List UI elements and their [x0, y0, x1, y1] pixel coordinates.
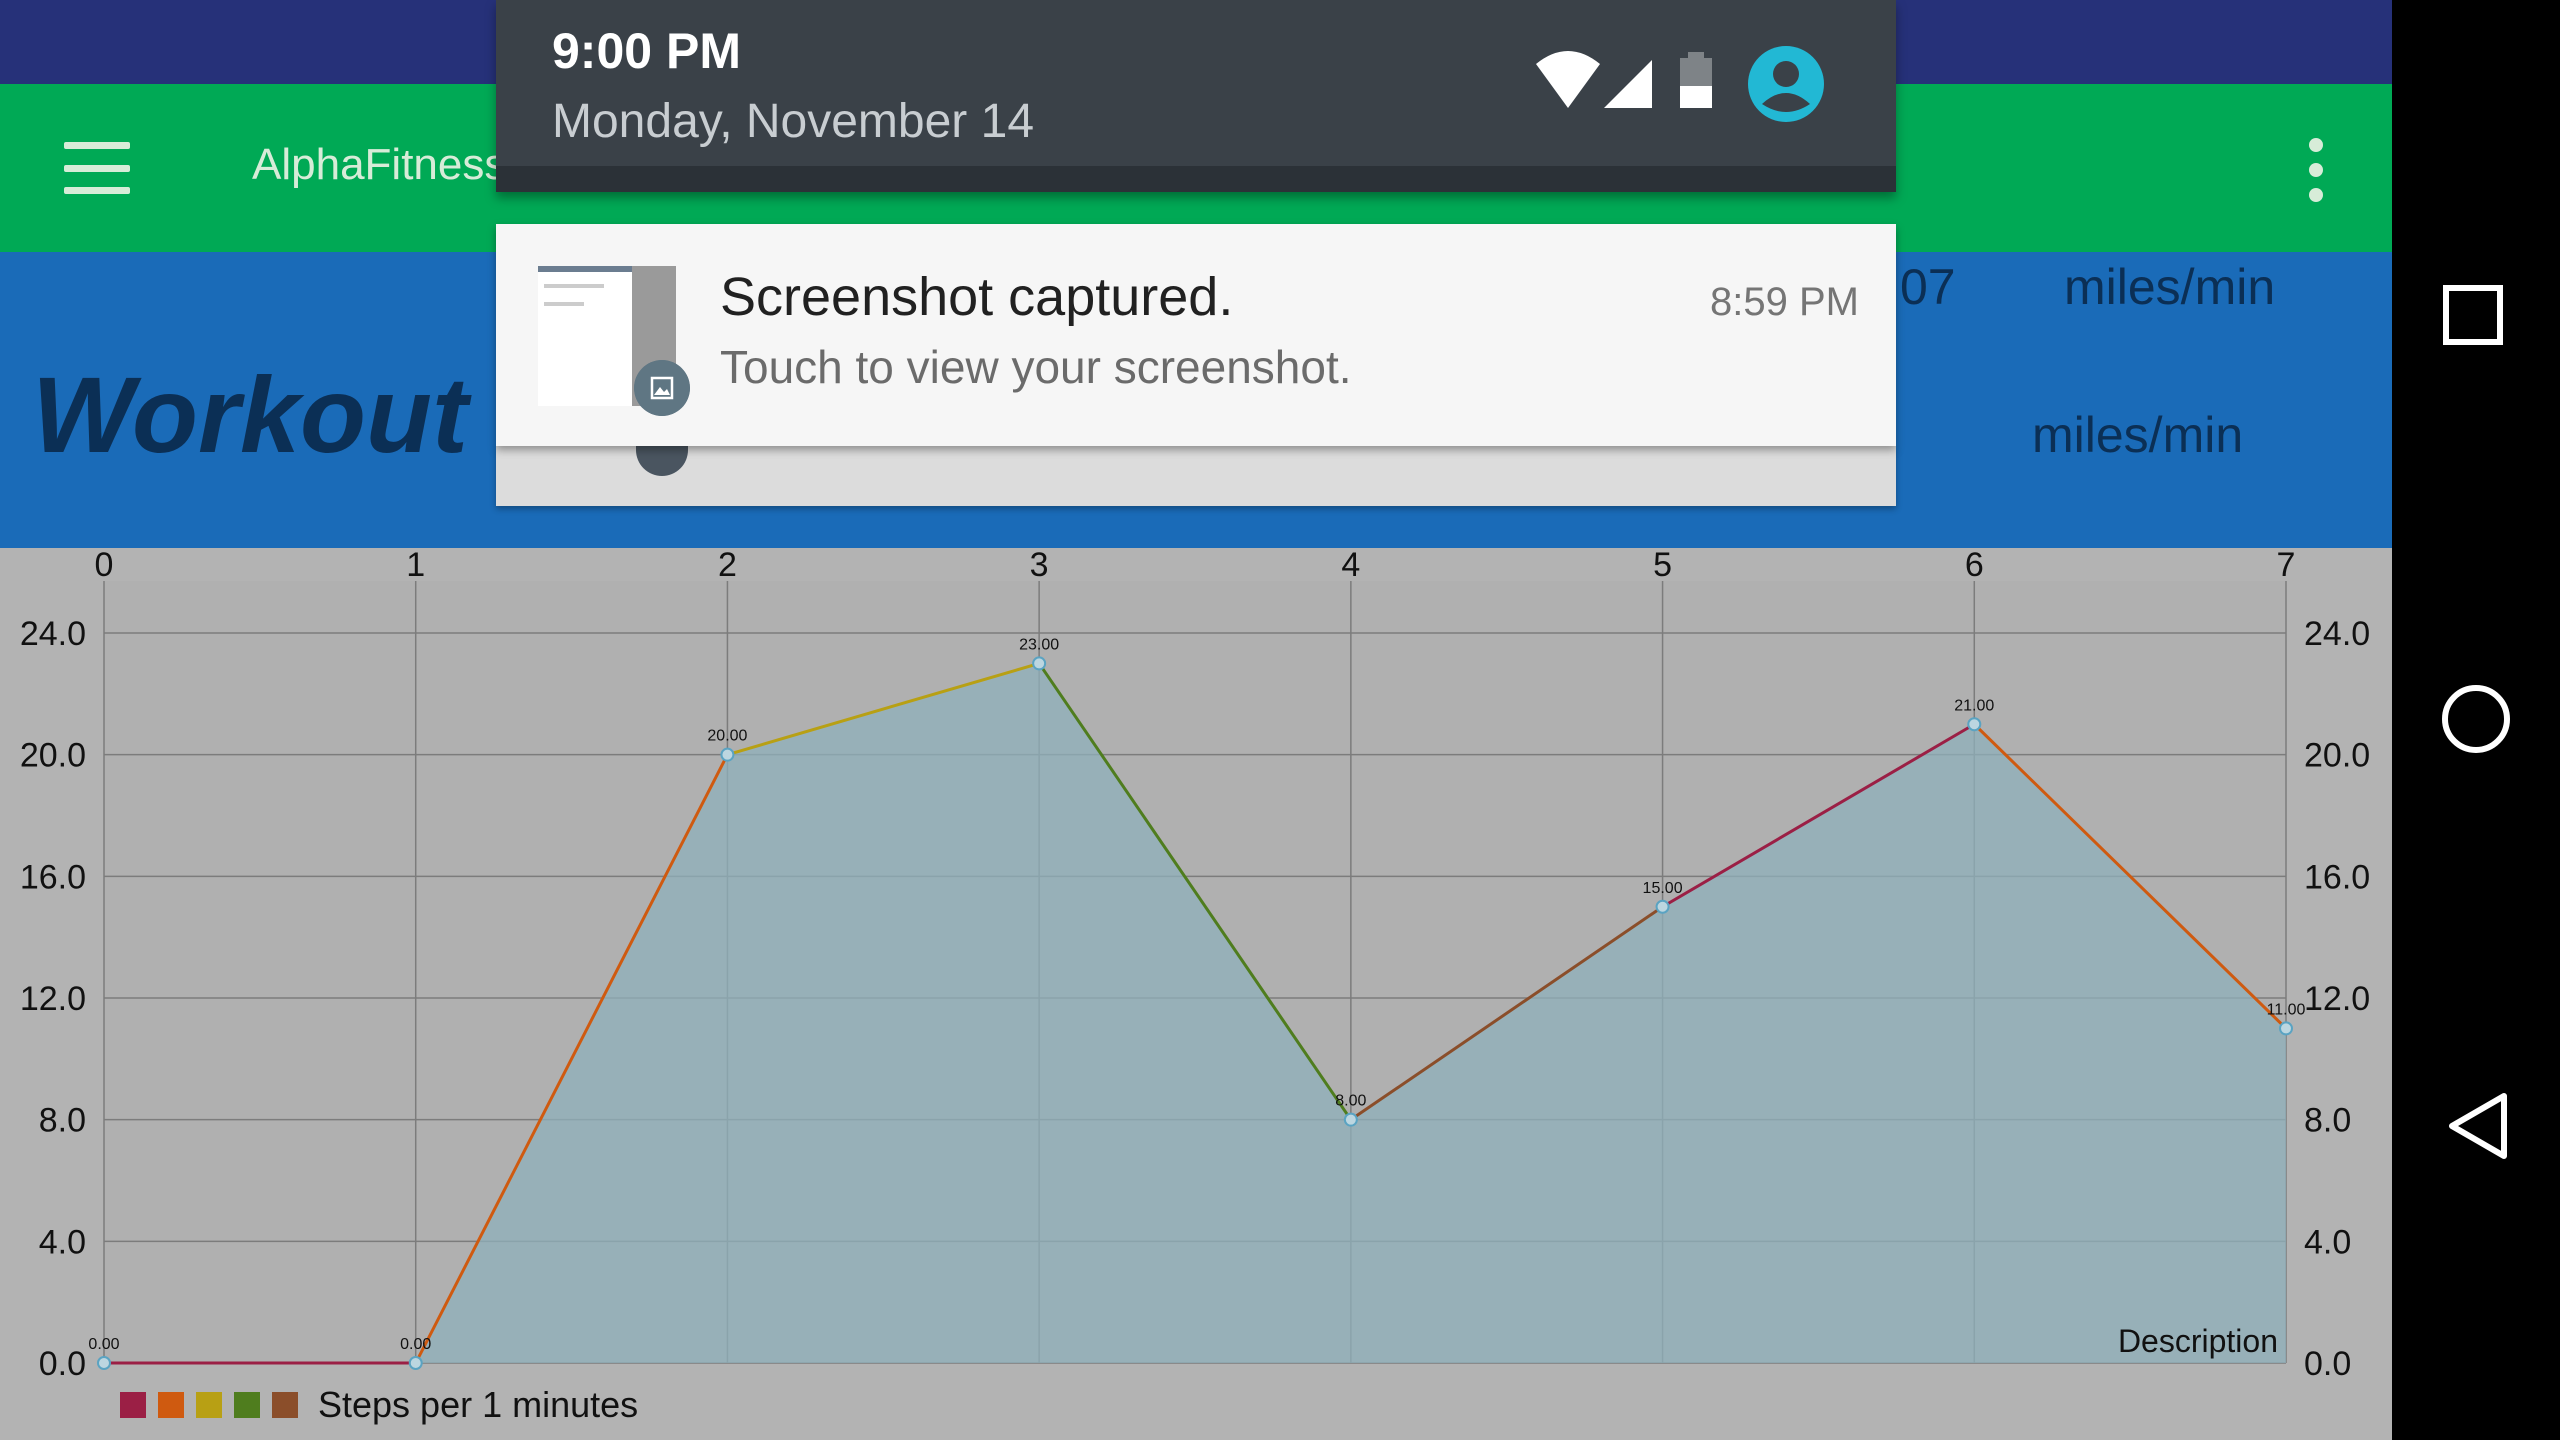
chart-description: Description — [2118, 1323, 2278, 1359]
data-point — [1967, 717, 1982, 732]
legend-swatch — [196, 1392, 222, 1418]
data-point — [1343, 1112, 1358, 1127]
x-tick-label: 6 — [1965, 548, 1984, 584]
home-icon[interactable] — [2442, 685, 2510, 753]
notification-title: Screenshot captured. — [720, 267, 1234, 327]
y-tick-label-right: 16.0 — [2304, 858, 2370, 896]
y-tick-label-left: 16.0 — [20, 858, 86, 896]
hamburger-icon[interactable] — [64, 142, 130, 194]
battery-icon[interactable] — [1680, 52, 1712, 108]
stat-value: 07 — [1900, 259, 1956, 315]
data-point — [720, 747, 735, 762]
legend-swatch — [234, 1392, 260, 1418]
y-tick-label-right: 4.0 — [2304, 1223, 2351, 1261]
app-window: AlphaFitness Workout Details 07 miles/mi… — [0, 0, 2392, 1440]
data-point — [97, 1356, 111, 1370]
data-label: 11.00 — [2267, 1001, 2306, 1018]
data-point — [408, 1356, 423, 1370]
y-tick-label-left: 8.0 — [39, 1102, 86, 1140]
x-tick-label: 3 — [1030, 548, 1049, 584]
data-label: 15.00 — [1643, 880, 1683, 897]
y-tick-label-right: 24.0 — [2304, 615, 2370, 653]
data-label: 23.00 — [1019, 636, 1059, 653]
y-tick-label-left: 24.0 — [20, 615, 86, 653]
data-label: 8.00 — [1335, 1093, 1366, 1110]
y-tick-label-left: 0.0 — [39, 1345, 86, 1383]
data-label: 0.00 — [88, 1336, 119, 1353]
legend-swatch — [120, 1392, 146, 1418]
legend-swatch — [272, 1392, 298, 1418]
data-label: 21.00 — [1954, 697, 1994, 714]
data-label: 20.00 — [707, 728, 747, 745]
image-icon — [634, 360, 690, 416]
navigation-bar — [2392, 0, 2560, 1440]
x-tick-label: 0 — [95, 548, 114, 584]
x-tick-label: 7 — [2277, 548, 2296, 584]
x-tick-label: 1 — [406, 548, 425, 584]
y-tick-label-right: 0.0 — [2304, 1345, 2351, 1383]
data-point — [1032, 656, 1047, 671]
legend-label: Steps per 1 minutes — [318, 1384, 639, 1425]
app-title: AlphaFitness — [252, 140, 507, 189]
recents-icon[interactable] — [2443, 285, 2503, 345]
x-tick-label: 2 — [718, 548, 737, 584]
overflow-menu-icon[interactable] — [2304, 138, 2328, 202]
signal-icon[interactable] — [1604, 60, 1652, 108]
wifi-icon[interactable] — [1536, 51, 1600, 108]
clock-time: 9:00 PM — [552, 23, 741, 79]
y-tick-label-right: 12.0 — [2304, 980, 2370, 1018]
y-tick-label-left: 4.0 — [39, 1223, 86, 1261]
data-label: 0.00 — [400, 1336, 431, 1353]
screenshot-notification[interactable]: Screenshot captured. Touch to view your … — [496, 224, 1896, 446]
back-icon[interactable] — [2449, 1093, 2507, 1159]
x-tick-label: 5 — [1653, 548, 1672, 584]
legend-swatch — [158, 1392, 184, 1418]
notification-time: 8:59 PM — [1710, 280, 1859, 324]
stat-unit-max: miles/min — [2032, 407, 2244, 463]
y-tick-label-left: 20.0 — [20, 737, 86, 775]
stat-unit-average: miles/min — [2064, 259, 2276, 315]
clock-date[interactable]: Monday, November 14 — [552, 94, 1034, 149]
notification-body: Touch to view your screenshot. — [720, 341, 1352, 393]
account-icon[interactable] — [1748, 46, 1824, 122]
chart-svg: 0.0 0.04.0 4.08.0 8.012.0 12.016.0 16.020.0 20… — [20, 548, 2370, 1383]
notification-shade-header: 9:00 PM Monday, November 14 — [496, 0, 1896, 192]
chart-legend: Steps per 1 minutes — [120, 1384, 638, 1426]
y-tick-label-right: 20.0 — [2304, 737, 2370, 775]
y-tick-label-right: 8.0 — [2304, 1102, 2351, 1140]
stacked-notification[interactable] — [496, 446, 1896, 506]
data-point — [2279, 1021, 2293, 1036]
data-point — [1655, 899, 1670, 914]
x-tick-label: 4 — [1341, 548, 1360, 584]
steps-chart[interactable]: 0.0 0.0 4.0 4.0 8.0 8.0 12.0 12.0 16.0 16.0 20.0 20… — [0, 548, 2392, 1440]
shade-divider — [496, 166, 1896, 192]
stacked-notification-icon — [636, 446, 688, 476]
y-tick-label-left: 12.0 — [20, 980, 86, 1018]
